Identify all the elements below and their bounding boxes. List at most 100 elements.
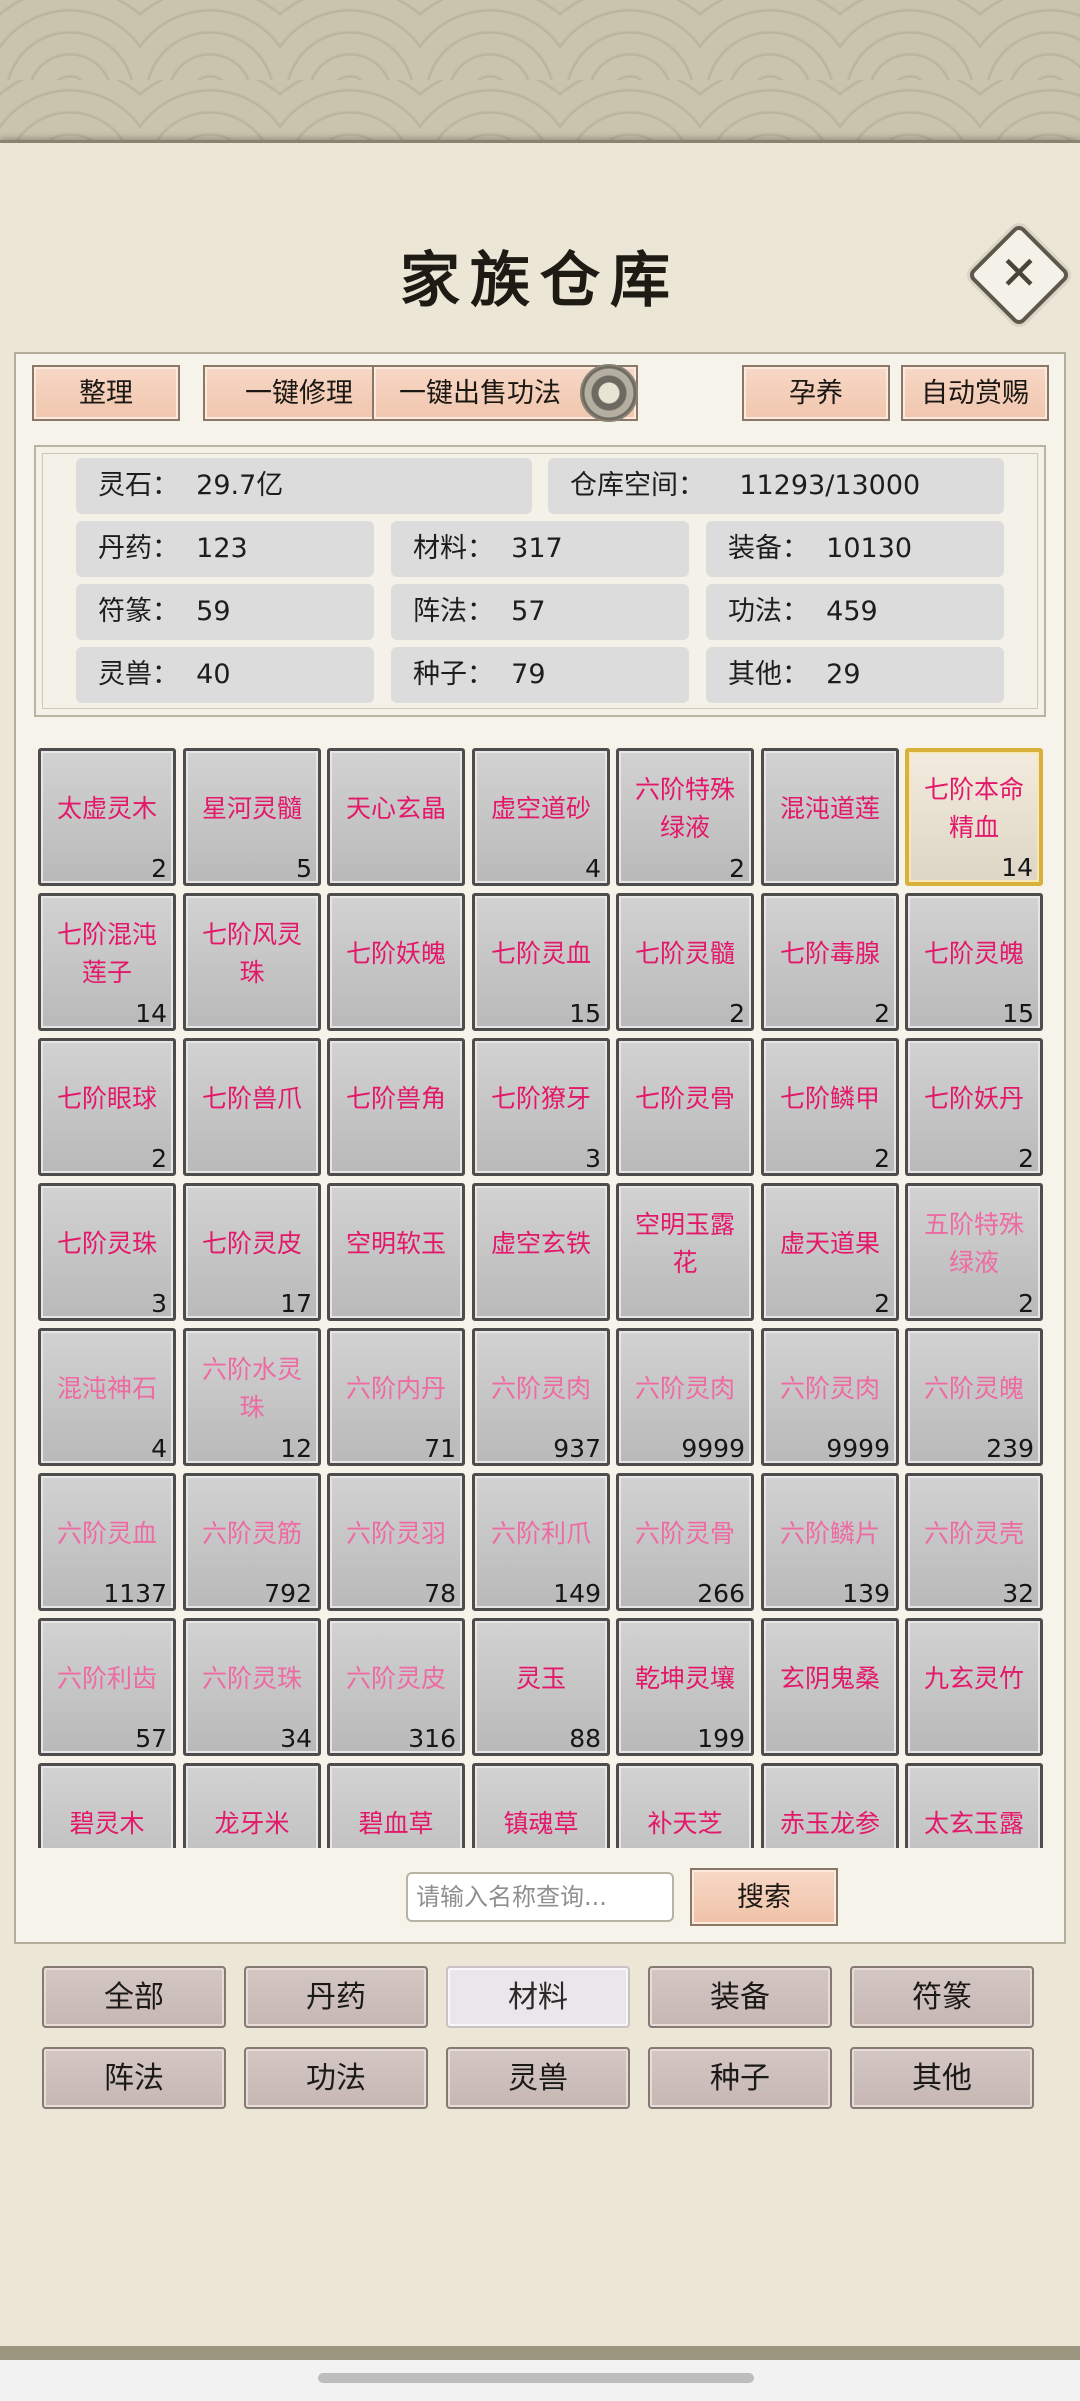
item-cell[interactable]: 六阶灵血 1137 bbox=[38, 1473, 176, 1611]
item-cell[interactable]: 七阶本命精血 14 bbox=[905, 748, 1043, 886]
item-cell[interactable]: 龙牙米 bbox=[183, 1763, 321, 1848]
item-cell[interactable]: 六阶灵骨 266 bbox=[616, 1473, 754, 1611]
item-name: 七阶灵魄 bbox=[923, 939, 1024, 968]
item-cell[interactable]: 混沌神石 4 bbox=[38, 1328, 176, 1466]
item-cell[interactable]: 碧血草 bbox=[327, 1763, 465, 1848]
item-cell[interactable]: 镇魂草 bbox=[472, 1763, 610, 1848]
item-count: 316 bbox=[408, 1724, 456, 1753]
item-cell[interactable]: 六阶灵肉 937 bbox=[472, 1328, 610, 1466]
item-cell[interactable]: 七阶兽爪 bbox=[183, 1038, 321, 1176]
item-cell[interactable]: 七阶灵血 15 bbox=[472, 893, 610, 1031]
category-tab[interactable]: 灵兽 bbox=[446, 2047, 630, 2109]
item-cell[interactable]: 六阶灵珠 34 bbox=[183, 1618, 321, 1756]
item-cell[interactable]: 七阶灵骨 bbox=[616, 1038, 754, 1176]
item-count: 9999 bbox=[681, 1434, 745, 1463]
item-cell[interactable]: 七阶灵魄 15 bbox=[905, 893, 1043, 1031]
item-cell[interactable]: 七阶风灵珠 bbox=[183, 893, 321, 1031]
item-name: 虚空玄铁 bbox=[490, 1229, 591, 1258]
category-tab[interactable]: 功法 bbox=[244, 2047, 428, 2109]
item-cell[interactable]: 七阶鳞甲 2 bbox=[761, 1038, 899, 1176]
item-name: 六阶灵肉 bbox=[634, 1374, 735, 1403]
item-cell[interactable]: 七阶妖丹 2 bbox=[905, 1038, 1043, 1176]
category-tab[interactable]: 种子 bbox=[648, 2047, 832, 2109]
item-name: 玄阴鬼桑 bbox=[779, 1664, 880, 1693]
sort-button[interactable]: 整理 bbox=[32, 365, 180, 421]
item-cell[interactable]: 空明软玉 bbox=[327, 1183, 465, 1321]
item-cell[interactable]: 七阶妖魄 bbox=[327, 893, 465, 1031]
item-count: 2 bbox=[874, 1289, 890, 1318]
item-name: 虚空道砂 bbox=[490, 794, 591, 823]
repair-all-button[interactable]: 一键修理 bbox=[203, 365, 395, 421]
item-cell[interactable]: 七阶獠牙 3 bbox=[472, 1038, 610, 1176]
item-name: 六阶水灵珠 bbox=[201, 1355, 302, 1422]
item-cell[interactable]: 六阶利爪 149 bbox=[472, 1473, 610, 1611]
home-indicator[interactable] bbox=[318, 2373, 754, 2383]
item-name: 六阶灵皮 bbox=[345, 1664, 446, 1693]
item-cell[interactable]: 六阶内丹 71 bbox=[327, 1328, 465, 1466]
auto-reward-button[interactable]: 自动赏赐 bbox=[901, 365, 1049, 421]
item-name: 五阶特殊绿液 bbox=[923, 1210, 1024, 1277]
item-cell[interactable]: 乾坤灵壤 199 bbox=[616, 1618, 754, 1756]
item-cell[interactable]: 星河灵髓 5 bbox=[183, 748, 321, 886]
item-name: 混沌神石 bbox=[56, 1374, 157, 1403]
item-name: 六阶利爪 bbox=[490, 1519, 591, 1548]
category-tab[interactable]: 全部 bbox=[42, 1966, 226, 2028]
item-cell[interactable]: 混沌道莲 bbox=[761, 748, 899, 886]
item-name: 七阶混沌莲子 bbox=[56, 920, 157, 987]
item-name: 空明玉露花 bbox=[634, 1210, 735, 1277]
item-cell[interactable]: 九玄灵竹 bbox=[905, 1618, 1043, 1756]
category-tab[interactable]: 阵法 bbox=[42, 2047, 226, 2109]
item-cell[interactable]: 灵玉 88 bbox=[472, 1618, 610, 1756]
item-cell[interactable]: 七阶灵髓 2 bbox=[616, 893, 754, 1031]
item-cell[interactable]: 碧灵木 bbox=[38, 1763, 176, 1848]
item-count: 32 bbox=[1002, 1579, 1034, 1608]
item-grid[interactable]: 太虚灵木 2 星河灵髓 5 天心玄晶 虚空道砂 4 六阶特殊绿液 2 混沌道莲 七阶本命精血 14 七阶… bbox=[34, 744, 1046, 1848]
category-tab[interactable]: 符篆 bbox=[850, 1966, 1034, 2028]
item-cell[interactable]: 六阶灵肉 9999 bbox=[616, 1328, 754, 1466]
search-button[interactable]: 搜索 bbox=[690, 1868, 838, 1926]
category-tab[interactable]: 其他 bbox=[850, 2047, 1034, 2109]
category-tab[interactable]: 丹药 bbox=[244, 1966, 428, 2028]
item-cell[interactable]: 六阶灵壳 32 bbox=[905, 1473, 1043, 1611]
item-cell[interactable]: 六阶灵羽 78 bbox=[327, 1473, 465, 1611]
stat-seeds: 种子： 79 bbox=[391, 647, 689, 703]
item-cell[interactable]: 七阶眼球 2 bbox=[38, 1038, 176, 1176]
item-name: 六阶灵壳 bbox=[923, 1519, 1024, 1548]
panel-bottom-edge bbox=[0, 2346, 1080, 2360]
item-count: 2 bbox=[729, 999, 745, 1028]
item-cell[interactable]: 天心玄晶 bbox=[327, 748, 465, 886]
item-cell[interactable]: 六阶水灵珠 12 bbox=[183, 1328, 321, 1466]
item-count: 2 bbox=[151, 854, 167, 883]
category-tab[interactable]: 材料 bbox=[446, 1966, 630, 2028]
nurture-button[interactable]: 孕养 bbox=[742, 365, 890, 421]
item-cell[interactable]: 补天芝 bbox=[616, 1763, 754, 1848]
item-cell[interactable]: 七阶灵珠 3 bbox=[38, 1183, 176, 1321]
item-cell[interactable]: 七阶混沌莲子 14 bbox=[38, 893, 176, 1031]
item-cell[interactable]: 空明玉露花 bbox=[616, 1183, 754, 1321]
item-cell[interactable]: 虚空玄铁 bbox=[472, 1183, 610, 1321]
item-cell[interactable]: 玄阴鬼桑 bbox=[761, 1618, 899, 1756]
item-cell[interactable]: 七阶毒腺 2 bbox=[761, 893, 899, 1031]
item-cell[interactable]: 太玄玉露 bbox=[905, 1763, 1043, 1848]
item-cell[interactable]: 六阶灵皮 316 bbox=[327, 1618, 465, 1756]
item-cell[interactable]: 六阶特殊绿液 2 bbox=[616, 748, 754, 886]
item-cell[interactable]: 五阶特殊绿液 2 bbox=[905, 1183, 1043, 1321]
item-cell[interactable]: 赤玉龙参 bbox=[761, 1763, 899, 1848]
category-tab[interactable]: 装备 bbox=[648, 1966, 832, 2028]
item-cell[interactable]: 太虚灵木 2 bbox=[38, 748, 176, 886]
item-cell[interactable]: 六阶灵筋 792 bbox=[183, 1473, 321, 1611]
item-cell[interactable]: 六阶灵魄 239 bbox=[905, 1328, 1043, 1466]
stat-capacity: 仓库空间： 11293/13000 bbox=[548, 458, 1004, 514]
item-name: 补天芝 bbox=[647, 1809, 723, 1838]
item-cell[interactable]: 六阶灵肉 9999 bbox=[761, 1328, 899, 1466]
item-cell[interactable]: 七阶灵皮 17 bbox=[183, 1183, 321, 1321]
item-cell[interactable]: 七阶兽角 bbox=[327, 1038, 465, 1176]
item-cell[interactable]: 六阶鳞片 139 bbox=[761, 1473, 899, 1611]
search-input[interactable] bbox=[406, 1872, 674, 1922]
gear-icon[interactable] bbox=[580, 364, 638, 422]
item-cell[interactable]: 虚空道砂 4 bbox=[472, 748, 610, 886]
item-name: 六阶灵骨 bbox=[634, 1519, 735, 1548]
item-name: 七阶妖魄 bbox=[345, 939, 446, 968]
item-cell[interactable]: 虚天道果 2 bbox=[761, 1183, 899, 1321]
item-cell[interactable]: 六阶利齿 57 bbox=[38, 1618, 176, 1756]
